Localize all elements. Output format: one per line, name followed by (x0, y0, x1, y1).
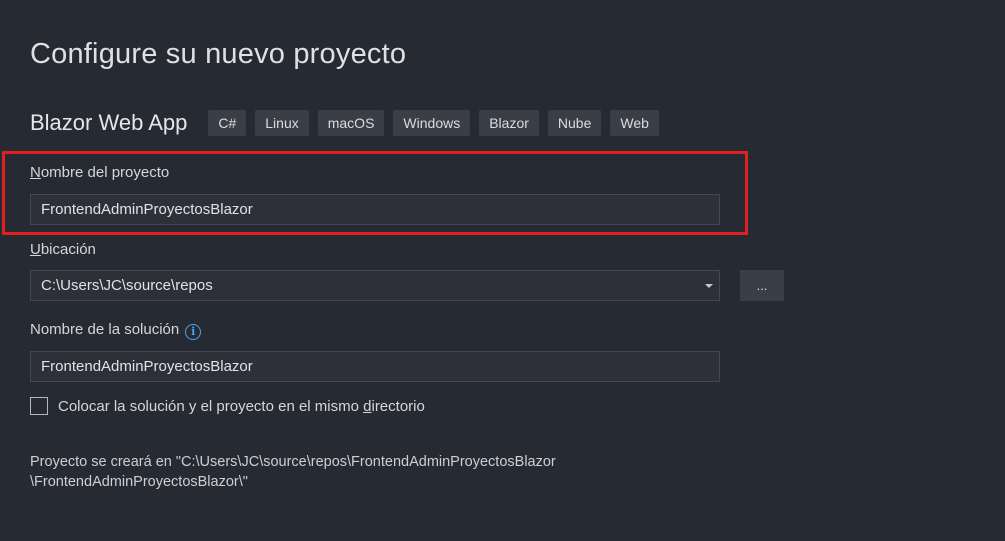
page-title: Configure su nuevo proyecto (30, 38, 407, 70)
location-dropdown[interactable]: C:\Users\JC\source\repos (30, 270, 720, 301)
solution-name-field[interactable] (30, 351, 720, 382)
browse-button[interactable]: ... (740, 270, 784, 301)
project-name-field[interactable] (30, 194, 720, 225)
tag-web: Web (610, 110, 659, 136)
project-name-input[interactable] (41, 195, 719, 224)
template-name: Blazor Web App (30, 110, 188, 135)
tag-linux: Linux (255, 110, 309, 136)
info-icon[interactable]: i (185, 324, 202, 340)
tag-csharp: C# (208, 110, 247, 136)
solution-name-input[interactable] (41, 352, 719, 381)
path-note-line1: Proyecto se creará en "C:\Users\JC\sourc… (30, 454, 556, 470)
same-directory-checkbox[interactable] (30, 397, 48, 415)
template-tags: C# Linux macOS Windows Blazor Nube Web (208, 110, 659, 136)
same-directory-option[interactable]: Colocar la solución y el proyecto en el … (30, 397, 425, 415)
configure-project-page: Configure su nuevo proyecto Blazor Web A… (0, 0, 1005, 541)
template-info: Blazor Web App C# Linux macOS Windows Bl… (30, 108, 659, 138)
tag-windows: Windows (393, 110, 471, 136)
chevron-down-icon[interactable] (705, 284, 713, 288)
location-label: Ubicación (30, 241, 96, 258)
location-value: C:\Users\JC\source\repos (41, 277, 213, 294)
tag-macos: macOS (317, 110, 385, 136)
tag-nube: Nube (547, 110, 602, 136)
same-directory-label[interactable]: Colocar la solución y el proyecto en el … (58, 398, 425, 415)
path-note-line2: \FrontendAdminProyectosBlazor\" (30, 474, 248, 490)
project-name-label: Nombre del proyecto (30, 164, 170, 181)
tag-blazor: Blazor (479, 110, 539, 136)
solution-name-label: Nombre de la solución i (30, 321, 202, 340)
project-path-note: Proyecto se creará en "C:\Users\JC\sourc… (30, 452, 556, 492)
